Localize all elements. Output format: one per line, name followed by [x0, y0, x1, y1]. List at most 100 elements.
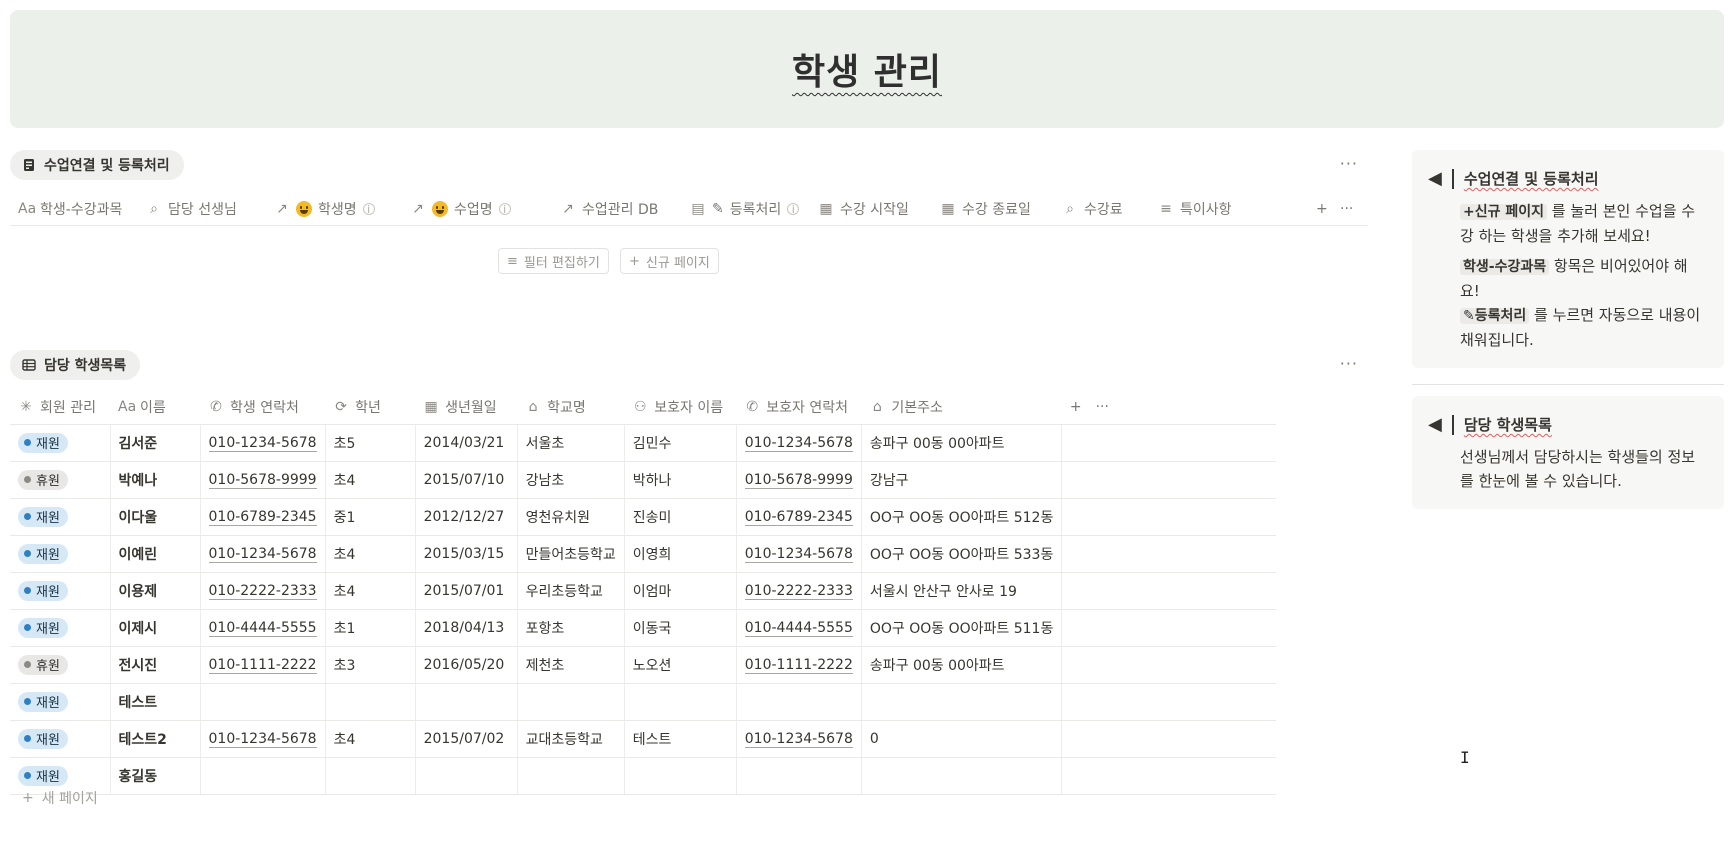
column-header[interactable]: ✆ 학생 연락처 [200, 390, 326, 425]
addr-cell[interactable]: 송파구 00동 00아파트 [861, 424, 1063, 462]
addr-cell[interactable]: 강남구 [861, 461, 1063, 499]
section-more-button[interactable]: ··· [1340, 354, 1358, 373]
name-cell[interactable]: 테스트2 [110, 720, 201, 758]
guardian-phone-cell[interactable]: 010-4444-5555 [736, 609, 862, 647]
column-header[interactable]: ⌂ 기본주소 [861, 390, 1062, 425]
guardian-phone-cell[interactable]: 010-2222-2333 [736, 572, 862, 610]
name-cell[interactable]: 박예나 [110, 461, 201, 499]
grade-cell[interactable]: 초5 [325, 424, 416, 462]
status-cell[interactable]: 재원 [10, 609, 111, 647]
status-badge[interactable]: 재원 [18, 543, 68, 564]
guardian-phone-cell[interactable]: 010-6789-2345 [736, 498, 862, 536]
table-row[interactable]: 재원 테스트2 010-1234-5678 초4 2015/07/02 교대초등학교 테스트… [10, 720, 1276, 758]
status-badge[interactable]: 휴원 [18, 469, 68, 490]
name-cell[interactable]: 홍길동 [110, 757, 201, 795]
status-cell[interactable]: 재원 [10, 572, 111, 610]
status-badge[interactable]: 재원 [18, 765, 68, 786]
student-phone-cell[interactable] [200, 683, 326, 721]
addr-cell[interactable]: OO구 OO동 OO아파트 512동 [861, 498, 1063, 536]
guardian-cell[interactable]: 박하나 [624, 461, 737, 499]
view-tab-class-registration[interactable]: 수업연결 및 등록처리 [10, 150, 184, 180]
grade-cell[interactable]: 중1 [325, 498, 416, 536]
birth-cell[interactable]: 2015/07/10 [415, 461, 518, 499]
guardian-cell[interactable] [624, 683, 737, 721]
guardian-cell[interactable]: 노오션 [624, 646, 737, 684]
phone-link[interactable]: 010-6789-2345 [744, 508, 853, 526]
school-cell[interactable]: 서울초 [517, 424, 625, 462]
phone-link[interactable]: 010-1234-5678 [208, 434, 317, 452]
table-row[interactable]: 재원 이제시 010-4444-5555 초1 2018/04/13 포항초 이동국 010-… [10, 609, 1276, 647]
school-cell[interactable]: 제천초 [517, 646, 625, 684]
student-phone-cell[interactable] [200, 757, 326, 795]
school-cell[interactable]: 강남초 [517, 461, 625, 499]
grade-cell[interactable]: 초1 [325, 609, 416, 647]
addr-cell[interactable]: OO구 OO동 OO아파트 511동 [861, 609, 1063, 647]
status-badge[interactable]: 재원 [18, 580, 68, 601]
grade-cell[interactable]: 초4 [325, 720, 416, 758]
grade-cell[interactable]: 초4 [325, 535, 416, 573]
guardian-phone-cell[interactable]: 010-1111-2222 [736, 646, 862, 684]
grade-cell[interactable]: 초4 [325, 461, 416, 499]
column-header[interactable]: ↗ 수업관리 DB [560, 192, 658, 226]
student-phone-cell[interactable]: 010-1111-2222 [200, 646, 326, 684]
birth-cell[interactable]: 2018/04/13 [415, 609, 518, 647]
addr-cell[interactable] [861, 683, 1063, 721]
guardian-cell[interactable]: 진송미 [624, 498, 737, 536]
guardian-phone-cell[interactable] [736, 757, 862, 795]
info-icon[interactable]: i [362, 203, 375, 215]
column-more-button[interactable]: ··· [1340, 192, 1353, 226]
status-cell[interactable]: 재원 [10, 720, 111, 758]
guardian-phone-cell[interactable] [736, 683, 862, 721]
phone-link[interactable]: 010-2222-2333 [208, 582, 317, 600]
table-row[interactable]: 휴원 박예나 010-5678-9999 초4 2015/07/10 강남초 박하나 010-… [10, 461, 1276, 499]
status-cell[interactable]: 재원 [10, 683, 111, 721]
status-badge[interactable]: 재원 [18, 506, 68, 527]
addr-cell[interactable]: 0 [861, 720, 1063, 758]
view-tab-student-list[interactable]: 담당 학생목록 [10, 350, 141, 380]
phone-link[interactable]: 010-1111-2222 [208, 656, 317, 674]
name-cell[interactable]: 테스트 [110, 683, 201, 721]
new-page-button[interactable]: + 신규 페이지 [620, 248, 719, 274]
birth-cell[interactable] [415, 683, 518, 721]
info-icon[interactable]: i [498, 203, 511, 215]
table-row[interactable]: 재원 이용제 010-2222-2333 초4 2015/07/01 우리초등학교 이엄마 0… [10, 572, 1276, 610]
add-column-button[interactable]: + [1316, 192, 1328, 226]
phone-link[interactable]: 010-4444-5555 [744, 619, 853, 637]
phone-link[interactable]: 010-1234-5678 [744, 434, 853, 452]
guardian-cell[interactable] [624, 757, 737, 795]
guardian-cell[interactable]: 이엄마 [624, 572, 737, 610]
phone-link[interactable]: 010-6789-2345 [208, 508, 317, 526]
school-cell[interactable]: 만들어초등학교 [517, 535, 625, 573]
column-header[interactable]: ⟳ 학년 [325, 390, 416, 425]
table-row[interactable]: 재원 이예린 010-1234-5678 초4 2015/03/15 만들어초등학교 이영희… [10, 535, 1276, 573]
school-cell[interactable]: 영천유치원 [517, 498, 625, 536]
school-cell[interactable] [517, 757, 625, 795]
status-badge[interactable]: 재원 [18, 617, 68, 638]
grade-cell[interactable] [325, 683, 416, 721]
student-phone-cell[interactable]: 010-2222-2333 [200, 572, 326, 610]
column-header[interactable]: ▤ ✎ 등록처리 i [690, 192, 800, 226]
column-header[interactable]: ✆ 보호자 연락처 [736, 390, 862, 425]
status-badge[interactable]: 휴원 [18, 654, 68, 675]
addr-cell[interactable] [861, 757, 1063, 795]
column-header[interactable]: Aa 이름 [110, 390, 200, 425]
status-cell[interactable]: 재원 [10, 424, 111, 462]
status-cell[interactable]: 재원 [10, 535, 111, 573]
birth-cell[interactable]: 2015/07/01 [415, 572, 518, 610]
school-cell[interactable] [517, 683, 625, 721]
column-header[interactable]: Aa 학생-수강과목 [18, 192, 122, 226]
grade-cell[interactable]: 초4 [325, 572, 416, 610]
phone-link[interactable]: 010-1234-5678 [208, 730, 317, 748]
column-header[interactable]: ⚇ 보호자 이름 [624, 390, 737, 425]
status-badge[interactable]: 재원 [18, 691, 68, 712]
grade-cell[interactable] [325, 757, 416, 795]
phone-link[interactable]: 010-4444-5555 [208, 619, 317, 637]
student-phone-cell[interactable]: 010-5678-9999 [200, 461, 326, 499]
student-phone-cell[interactable]: 010-1234-5678 [200, 424, 326, 462]
column-header[interactable]: ≡ 특이사항 [1158, 192, 1231, 226]
addr-cell[interactable]: OO구 OO동 OO아파트 533동 [861, 535, 1063, 573]
column-header[interactable]: ⌕ 수강료 [1062, 192, 1123, 226]
column-header[interactable]: ✳ 회원 관리 [10, 390, 110, 425]
table-row[interactable]: 재원 김서준 010-1234-5678 초5 2014/03/21 서울초 김민수 010-… [10, 424, 1276, 462]
birth-cell[interactable]: 2015/07/02 [415, 720, 518, 758]
